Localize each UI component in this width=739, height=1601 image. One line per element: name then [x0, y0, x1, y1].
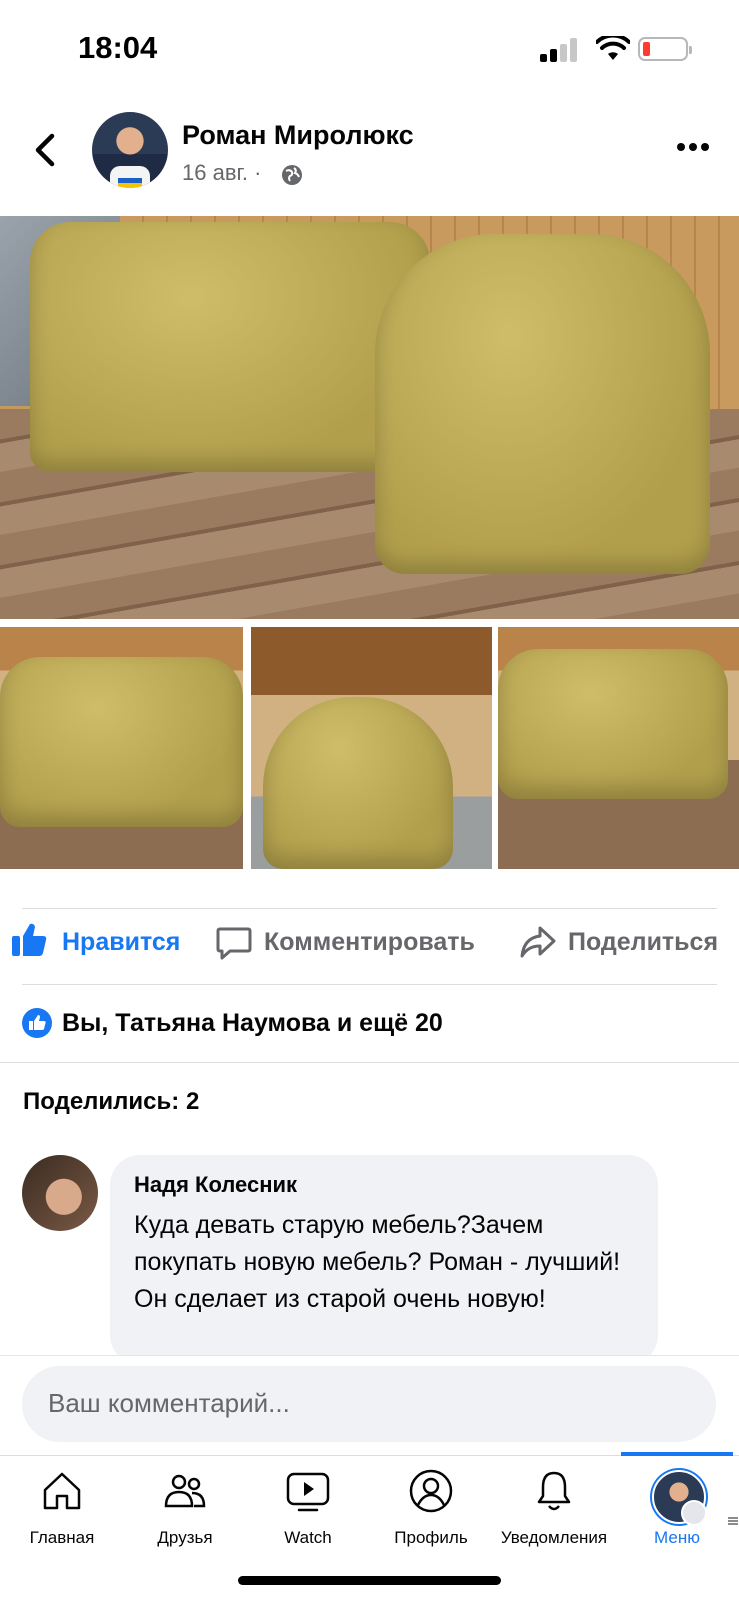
like-reaction-icon [22, 1008, 52, 1038]
reactions-summary[interactable]: Вы, Татьяна Наумова и ещё 20 [62, 1009, 443, 1038]
post-photo-thumb[interactable] [498, 627, 739, 869]
author-avatar[interactable] [92, 112, 168, 188]
profile-icon [409, 1469, 453, 1513]
tab-label: Уведомления [500, 1528, 608, 1547]
post-author[interactable]: Роман Миролюкс [182, 120, 414, 151]
more-options-icon[interactable] [676, 140, 710, 154]
globe-icon [282, 165, 302, 185]
shares-count[interactable]: Поделились: 2 [23, 1088, 199, 1116]
tab-home[interactable]: Главная [0, 1460, 124, 1560]
comment-label: Комментировать [264, 928, 475, 956]
share-label: Поделиться [568, 928, 719, 956]
post-photo-thumb[interactable] [251, 627, 492, 869]
like-label: Нравится [62, 928, 181, 956]
status-time: 18:04 [78, 30, 158, 65]
tab-label: Главная [29, 1528, 95, 1547]
post-date-text: 16 авг. [182, 160, 248, 185]
back-icon[interactable] [30, 130, 60, 170]
comment-placeholder: Ваш комментарий... [48, 1388, 290, 1418]
divider [22, 908, 717, 909]
tab-profile[interactable]: Профиль [369, 1460, 493, 1560]
post-date[interactable]: 16 авг. · [182, 160, 261, 186]
active-tab-indicator [621, 1452, 733, 1456]
tab-watch[interactable]: Watch [246, 1460, 370, 1560]
tab-label: Меню [654, 1528, 700, 1547]
comment-button[interactable]: Комментировать [214, 920, 494, 966]
tab-label: Watch [284, 1528, 332, 1547]
share-button[interactable]: Поделиться [518, 920, 728, 966]
comment-text: Куда девать старую мебель?Зачем покупать… [134, 1211, 621, 1313]
share-icon [520, 926, 556, 958]
tab-label: Профиль [394, 1528, 468, 1547]
like-button[interactable]: Нравится [10, 920, 190, 966]
tab-friends[interactable]: Друзья [123, 1460, 247, 1560]
tab-label: Друзья [157, 1528, 213, 1547]
friends-icon [164, 1474, 206, 1508]
tab-menu[interactable]: Меню [615, 1460, 739, 1560]
post-photo-main[interactable] [0, 216, 739, 619]
battery-icon [638, 37, 692, 61]
home-icon [43, 1472, 81, 1510]
divider [0, 1062, 739, 1063]
date-separator: · [254, 160, 262, 185]
divider [22, 984, 717, 985]
post-photo-thumb[interactable] [0, 627, 243, 869]
home-indicator [238, 1576, 501, 1585]
cellular-signal-icon [540, 36, 580, 62]
menu-hamburger-icon [681, 1500, 738, 1526]
bell-icon [537, 1471, 571, 1511]
thumbs-up-icon [12, 923, 47, 956]
comment-icon [216, 927, 252, 960]
comment-author[interactable]: Надя Колесник [134, 1172, 297, 1198]
commenter-avatar[interactable] [22, 1155, 98, 1231]
watch-icon [286, 1472, 330, 1512]
tab-notifications[interactable]: Уведомления [492, 1460, 616, 1560]
wifi-icon [596, 36, 630, 60]
